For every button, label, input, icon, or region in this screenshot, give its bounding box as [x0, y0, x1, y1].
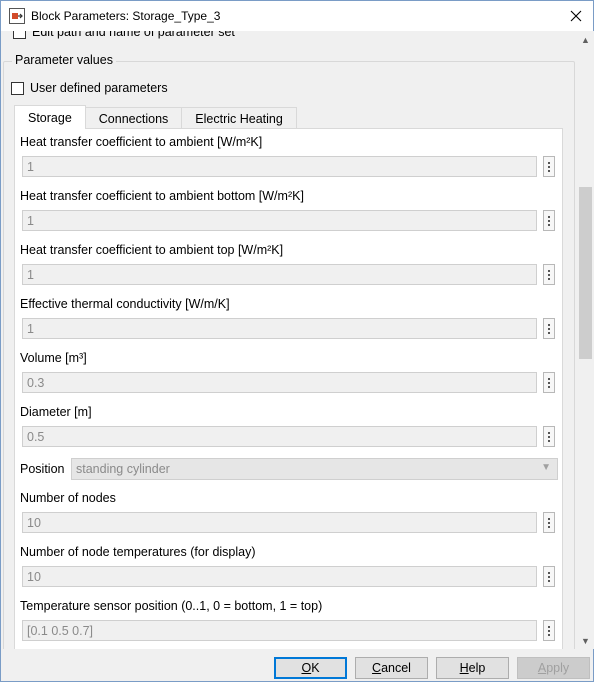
param-field[interactable]: 0.5 [22, 426, 537, 447]
scroll-thumb[interactable] [579, 187, 592, 359]
button-bar: OK Cancel Help Apply [1, 649, 593, 682]
position-value: standing cylinder [76, 462, 170, 476]
close-button[interactable] [559, 1, 593, 31]
more-options-icon[interactable] [543, 264, 555, 285]
param-field[interactable]: 10 [22, 512, 537, 533]
more-options-icon[interactable] [543, 620, 555, 641]
param-field[interactable]: 10 [22, 566, 537, 587]
scroll-down-icon[interactable]: ▼ [577, 632, 594, 649]
param-field[interactable]: 0.3 [22, 372, 537, 393]
param-field[interactable]: 1 [22, 264, 537, 285]
param-label: Number of node temperatures (for display… [20, 545, 256, 559]
edit-path-checkbox[interactable] [13, 31, 26, 39]
position-label: Position [20, 462, 65, 476]
storage-tab-panel: Heat transfer coefficient to ambient [W/… [14, 128, 563, 649]
param-field[interactable]: [0.1 0.5 0.7] [22, 620, 537, 641]
user-defined-checkbox[interactable] [11, 81, 24, 95]
group-title: Parameter values [12, 53, 116, 67]
tab-electric-heating[interactable]: Electric Heating [181, 107, 297, 129]
more-options-icon[interactable] [543, 566, 555, 587]
user-defined-label: User defined parameters [30, 81, 168, 95]
more-options-icon[interactable] [543, 426, 555, 447]
tab-connections[interactable]: Connections [84, 107, 183, 129]
more-options-icon[interactable] [543, 512, 555, 533]
param-label: Effective thermal conductivity [W/m/K] [20, 297, 230, 311]
vertical-scrollbar[interactable]: ▲ ▼ [577, 31, 594, 649]
chevron-down-icon: ▼ [541, 462, 551, 473]
edit-path-label: Edit path and name of parameter set [32, 31, 235, 39]
more-options-icon[interactable] [543, 372, 555, 393]
param-label: Diameter [m] [20, 405, 92, 419]
param-field[interactable]: 1 [22, 156, 537, 177]
dialog-window: Block Parameters: Storage_Type_3 Edit pa… [0, 0, 594, 682]
ok-button[interactable]: OK [274, 657, 347, 679]
tab-storage[interactable]: Storage [14, 105, 86, 129]
edit-path-row[interactable]: Edit path and name of parameter set [13, 31, 235, 39]
param-field[interactable]: 1 [22, 318, 537, 339]
param-label: Number of nodes [20, 491, 116, 505]
dialog-content: Edit path and name of parameter set Para… [1, 31, 577, 649]
more-options-icon[interactable] [543, 210, 555, 231]
param-label: Volume [m³] [20, 351, 87, 365]
help-button[interactable]: Help [436, 657, 509, 679]
param-label: Heat transfer coefficient to ambient [W/… [20, 135, 263, 149]
param-label: Temperature sensor position (0..1, 0 = b… [20, 599, 323, 613]
apply-button[interactable]: Apply [517, 657, 590, 679]
position-select[interactable]: standing cylinder ▼ [71, 458, 558, 480]
more-options-icon[interactable] [543, 318, 555, 339]
tab-strip: Storage Connections Electric Heating [14, 105, 297, 129]
more-options-icon[interactable] [543, 156, 555, 177]
user-defined-row[interactable]: User defined parameters [11, 81, 168, 95]
title-bar: Block Parameters: Storage_Type_3 [1, 1, 593, 31]
scroll-up-icon[interactable]: ▲ [577, 31, 594, 48]
cancel-button[interactable]: Cancel [355, 657, 428, 679]
param-label: Heat transfer coefficient to ambient top… [20, 243, 284, 257]
simulink-block-icon [9, 8, 25, 24]
param-field[interactable]: 1 [22, 210, 537, 231]
close-icon [570, 10, 582, 22]
param-label: Heat transfer coefficient to ambient bot… [20, 189, 304, 203]
window-title: Block Parameters: Storage_Type_3 [31, 9, 221, 23]
